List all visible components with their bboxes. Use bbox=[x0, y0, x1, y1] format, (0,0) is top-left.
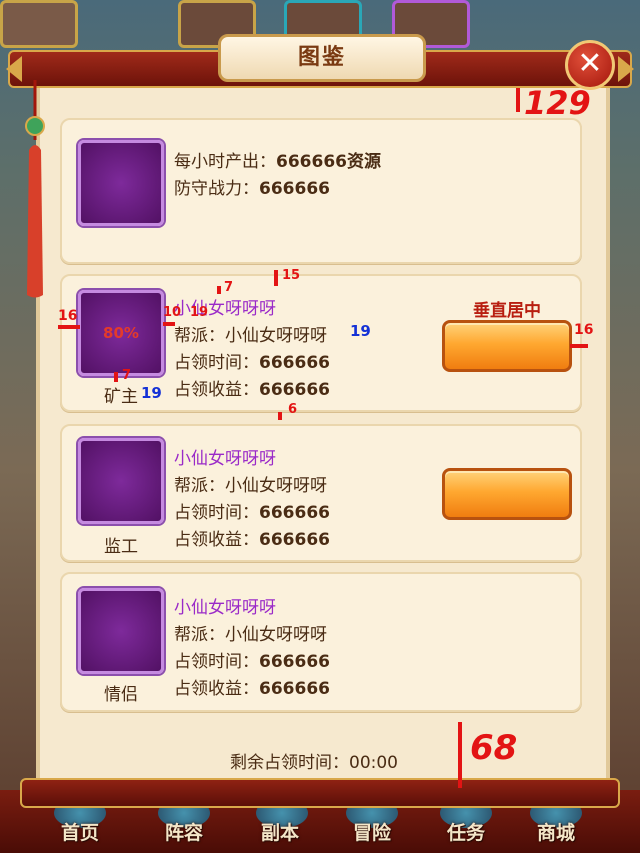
role-label: 情侣 bbox=[104, 685, 138, 705]
owner-avatar[interactable]: 80% bbox=[78, 290, 164, 376]
annotation-marker bbox=[570, 344, 588, 348]
occupy-time-line: 占领时间：666666 bbox=[174, 652, 330, 672]
defense-power: 防守战力：666666 bbox=[174, 179, 330, 199]
annotation-marker bbox=[58, 325, 80, 329]
occupy-income-line: 占领收益：666666 bbox=[174, 679, 330, 699]
annotation-marker bbox=[163, 322, 175, 326]
hourly-output: 每小时产出：666666资源 bbox=[174, 152, 381, 172]
annotation-19-role: 19 bbox=[141, 384, 162, 402]
nav-dungeon[interactable]: 副本 bbox=[244, 818, 316, 845]
entry-card-partner: 情侣 小仙女呀呀呀 帮派：小仙女呀呀呀 占领时间：666666 占领收益：666… bbox=[60, 572, 582, 712]
action-button[interactable] bbox=[442, 468, 572, 520]
guild-line: 帮派：小仙女呀呀呀 bbox=[174, 625, 327, 645]
occupy-income-line: 占领收益：666666 bbox=[174, 380, 330, 400]
partner-avatar[interactable] bbox=[78, 588, 164, 674]
annotation-marker bbox=[278, 412, 282, 420]
nav-lineup[interactable]: 阵容 bbox=[148, 818, 220, 845]
annotation-19-guild: 19 bbox=[350, 322, 371, 340]
occupy-time-line: 占领时间：666666 bbox=[174, 503, 330, 523]
annotation-marker bbox=[516, 88, 520, 112]
nav-adventure[interactable]: 冒险 bbox=[336, 818, 408, 845]
annotation-7-top: 7 bbox=[224, 280, 234, 295]
button-caption: 垂直居中 bbox=[473, 301, 541, 321]
nav-home[interactable]: 首页 bbox=[44, 818, 116, 845]
occupy-time-line: 占领时间：666666 bbox=[174, 353, 330, 373]
annotation-10: 10 bbox=[163, 305, 182, 320]
supervisor-avatar[interactable] bbox=[78, 438, 164, 524]
player-name: 小仙女呀呀呀 bbox=[174, 598, 276, 618]
annotation-7-role: 7 bbox=[122, 368, 132, 383]
nav-shop[interactable]: 商城 bbox=[520, 818, 592, 845]
annotation-marker bbox=[274, 270, 278, 286]
annotation-marker bbox=[458, 722, 462, 788]
resource-avatar bbox=[78, 140, 164, 226]
occupy-income-line: 占领收益：666666 bbox=[174, 530, 330, 550]
annotation-marker bbox=[217, 286, 221, 294]
close-icon: ✕ bbox=[577, 46, 603, 81]
jade-tassel-icon bbox=[25, 80, 45, 298]
remaining-time: 剩余占领时间：00:00 bbox=[230, 753, 398, 773]
annotation-19-red: 19 bbox=[190, 305, 209, 320]
annotation-footer-gap: 68 bbox=[470, 728, 518, 768]
player-name: 小仙女呀呀呀 bbox=[174, 449, 276, 469]
role-label: 监工 bbox=[104, 537, 138, 557]
annotation-top-gap: 129 bbox=[524, 84, 591, 122]
annotation-left-16: 16 bbox=[58, 308, 78, 324]
entry-card-owner: 80% 矿主 小仙女呀呀呀 帮派：小仙女呀呀呀 占领时间：666666 占领收益… bbox=[60, 274, 582, 412]
background-hero-card bbox=[0, 0, 78, 48]
window-title: 图鉴 bbox=[218, 34, 426, 82]
avatar-progress: 80% bbox=[103, 324, 139, 342]
annotation-right-16: 16 bbox=[574, 322, 594, 338]
guild-line: 帮派：小仙女呀呀呀 bbox=[174, 476, 327, 496]
guild-line: 帮派：小仙女呀呀呀 bbox=[174, 326, 327, 346]
summary-card: 每小时产出：666666资源 防守战力：666666 bbox=[60, 118, 582, 264]
annotation-marker bbox=[114, 372, 118, 382]
entry-card-supervisor: 监工 小仙女呀呀呀 帮派：小仙女呀呀呀 占领时间：666666 占领收益：666… bbox=[60, 424, 582, 562]
annotation-6: 6 bbox=[288, 402, 298, 417]
action-button[interactable] bbox=[442, 320, 572, 372]
annotation-15: 15 bbox=[282, 268, 301, 283]
close-button[interactable]: ✕ bbox=[565, 40, 615, 90]
nav-quest[interactable]: 任务 bbox=[430, 818, 502, 845]
window-bottom-frame bbox=[20, 778, 620, 808]
